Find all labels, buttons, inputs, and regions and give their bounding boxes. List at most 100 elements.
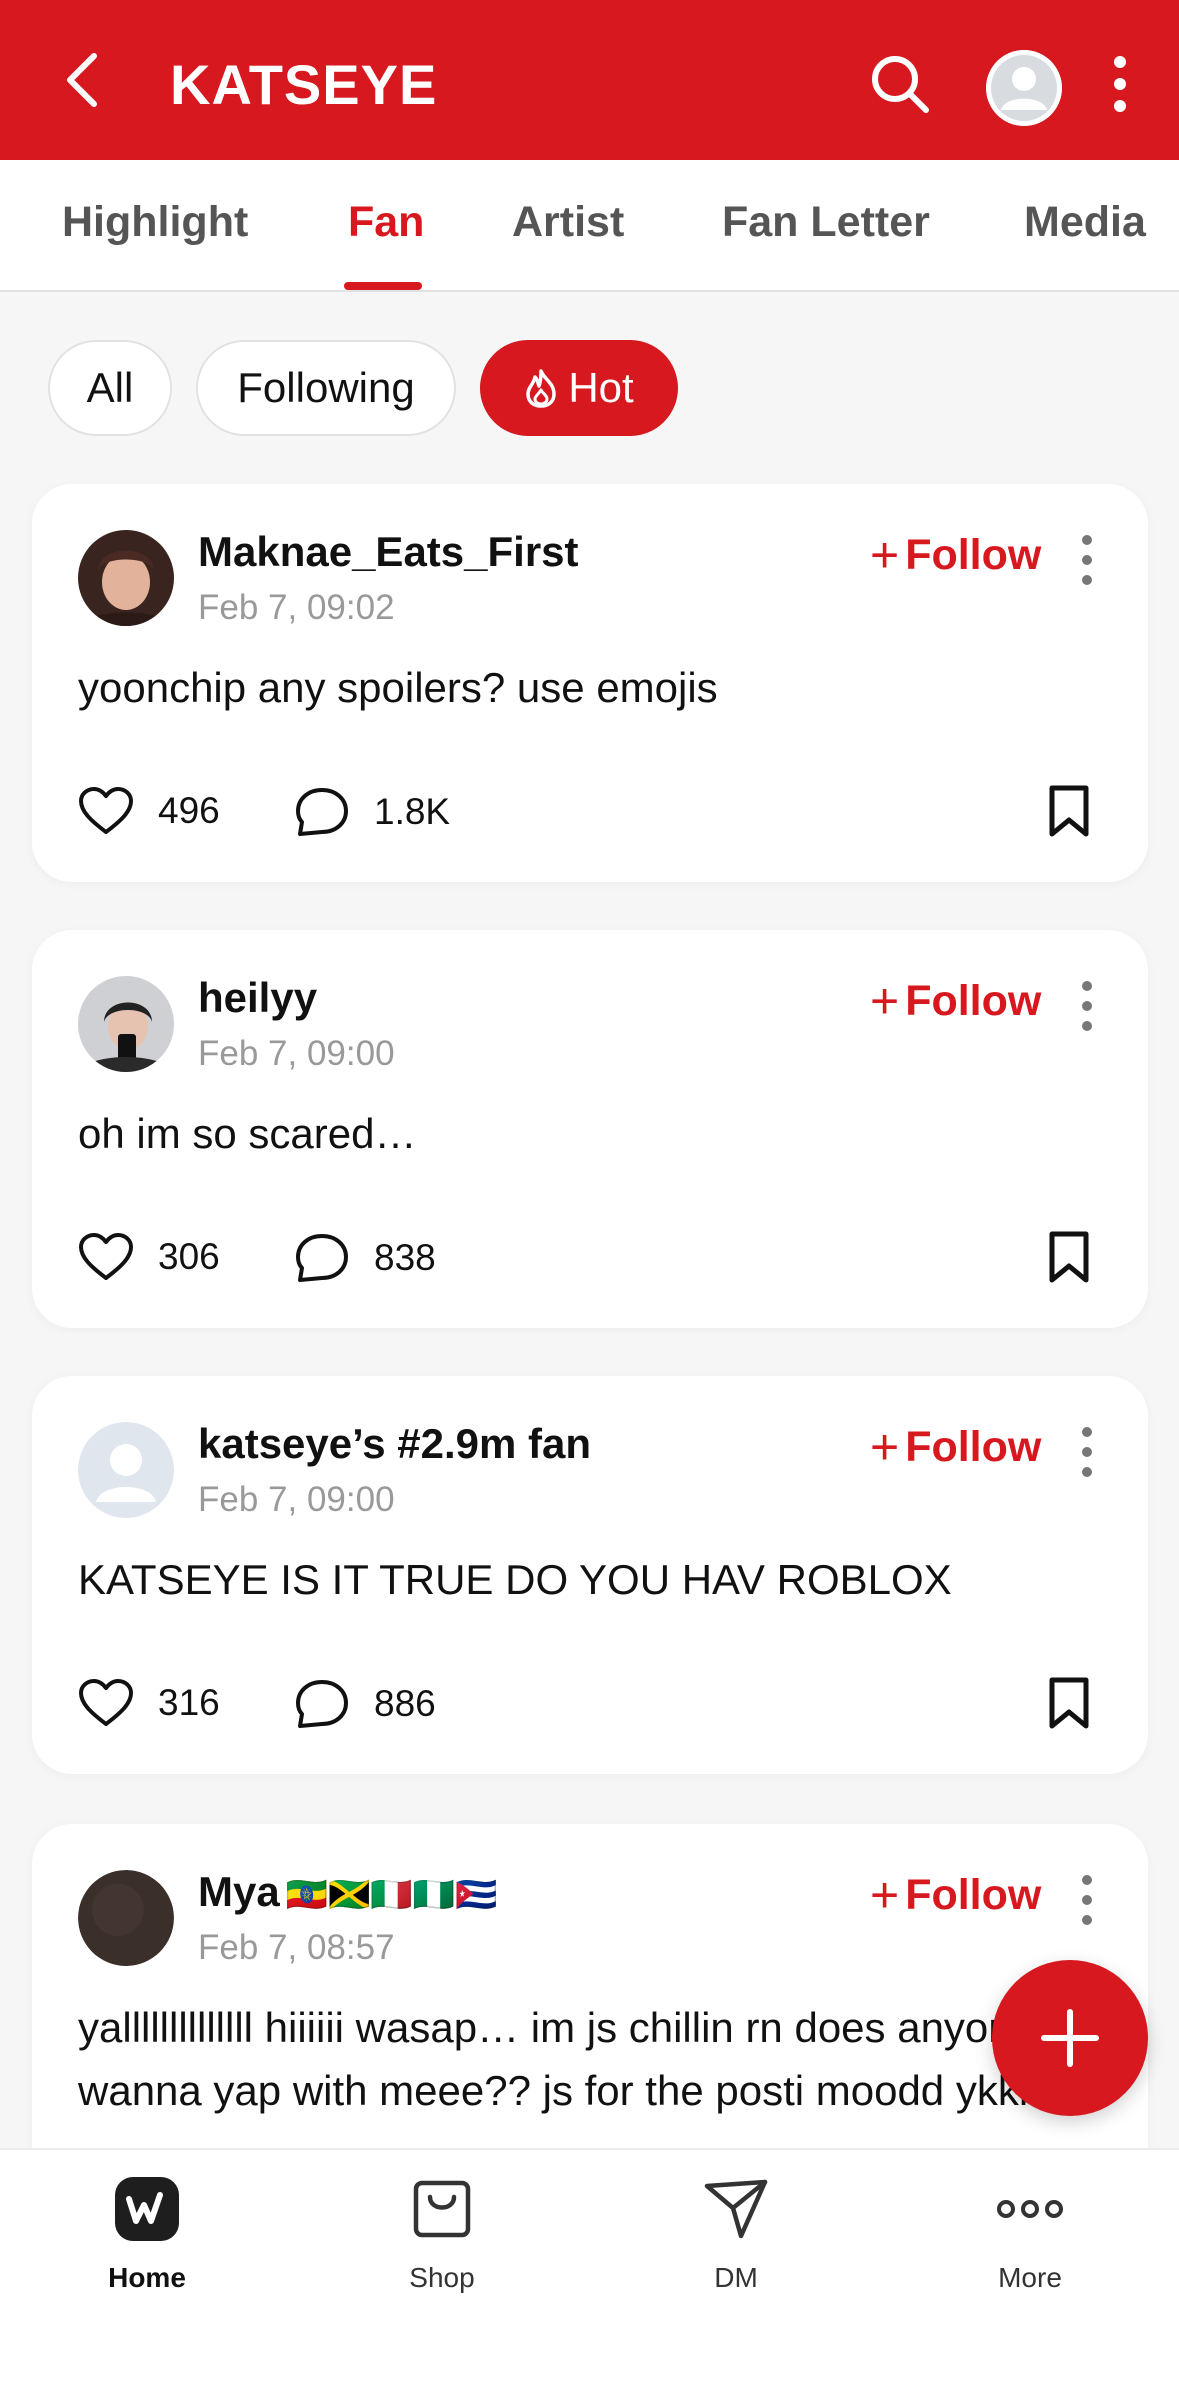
heart-icon <box>79 787 133 834</box>
plus-icon: + <box>870 1867 900 1923</box>
paper-plane-icon <box>701 2174 771 2244</box>
post-date: Feb 7, 08:57 <box>198 1928 395 1967</box>
heart-icon <box>79 1233 133 1280</box>
avatar[interactable] <box>78 1422 174 1518</box>
flame-icon <box>524 368 558 408</box>
tab-media[interactable]: Media <box>1024 198 1146 247</box>
follow-label: Follow <box>905 1422 1042 1471</box>
create-post-button[interactable] <box>992 1960 1148 2116</box>
comment-icon <box>296 788 348 836</box>
tab-highlight[interactable]: Highlight <box>62 198 248 247</box>
author-flags: 🇪🇹🇯🇲🇮🇹🇳🇬🇨🇺 <box>285 1876 498 1914</box>
post-text[interactable]: yallllllllllllll hiiiiii wasap… im js ch… <box>78 1996 1098 2122</box>
nav-home-label: Home <box>108 2262 186 2293</box>
follow-button[interactable]: + Follow <box>870 530 1041 580</box>
nav-more[interactable]: More <box>930 2174 1130 2294</box>
filter-all-chip[interactable]: All <box>48 340 172 436</box>
bottom-navigation: Home Shop DM More <box>0 2148 1179 2396</box>
more-vertical-icon <box>1082 981 1092 1031</box>
comment-icon <box>296 1680 348 1728</box>
tab-fan[interactable]: Fan <box>348 198 424 247</box>
comment-button[interactable]: 1.8K <box>294 786 450 838</box>
filter-following-label: Following <box>237 364 415 411</box>
post-text[interactable]: oh im so scared… <box>78 1102 1098 1165</box>
post-options-button[interactable] <box>1072 1872 1102 1928</box>
nav-dm[interactable]: DM <box>636 2174 836 2294</box>
post-options-button[interactable] <box>1072 1424 1102 1480</box>
like-count: 316 <box>158 1682 220 1723</box>
like-count: 496 <box>158 790 220 831</box>
post-author[interactable]: heilyy <box>198 974 317 1022</box>
tab-fan-letter[interactable]: Fan Letter <box>722 198 930 247</box>
post-date: Feb 7, 09:02 <box>198 588 395 627</box>
nav-more-label: More <box>998 2262 1062 2293</box>
profile-avatar-icon <box>986 50 1062 126</box>
filter-following-chip[interactable]: Following <box>196 340 456 436</box>
comment-button[interactable]: 886 <box>294 1678 436 1730</box>
app-header: KATSEYE <box>0 0 1179 160</box>
follow-label: Follow <box>905 530 1042 579</box>
nav-shop-label: Shop <box>409 2262 475 2293</box>
more-vertical-icon <box>1082 535 1092 585</box>
bookmark-button[interactable] <box>1046 784 1092 843</box>
community-tabs: Highlight Fan Artist Fan Letter Media <box>0 160 1179 292</box>
post-date: Feb 7, 09:00 <box>198 1480 395 1519</box>
follow-label: Follow <box>905 1870 1042 1919</box>
more-options-button[interactable] <box>1100 52 1140 116</box>
plus-icon: + <box>870 1419 900 1475</box>
avatar[interactable] <box>78 530 174 626</box>
bookmark-button[interactable] <box>1046 1676 1092 1735</box>
tab-artist[interactable]: Artist <box>512 198 624 247</box>
search-button[interactable] <box>868 52 932 116</box>
post-options-button[interactable] <box>1072 978 1102 1034</box>
page-title: KATSEYE <box>170 53 438 116</box>
plus-icon: + <box>870 527 900 583</box>
post-author-name: Mya <box>198 1868 280 1915</box>
more-vertical-icon <box>1082 1427 1092 1477</box>
like-button[interactable]: 306 <box>78 1232 220 1282</box>
shopping-bag-icon <box>407 2174 477 2244</box>
post-card[interactable]: Maknae_Eats_First Feb 7, 09:02 + Follow … <box>32 484 1148 882</box>
avatar[interactable] <box>78 1870 174 1966</box>
more-horizontal-icon <box>995 2174 1065 2244</box>
comment-icon <box>296 1234 348 1282</box>
post-text[interactable]: yoonchip any spoilers? use emojis <box>78 656 1098 719</box>
back-button[interactable] <box>52 50 112 110</box>
bookmark-button[interactable] <box>1046 1230 1092 1289</box>
comment-button[interactable]: 838 <box>294 1232 436 1284</box>
nav-dm-label: DM <box>714 2262 758 2293</box>
nav-home[interactable]: Home <box>47 2174 247 2294</box>
comment-count: 886 <box>374 1683 436 1724</box>
post-author[interactable]: katseye’s #2.9m fan <box>198 1420 591 1468</box>
like-count: 306 <box>158 1236 220 1277</box>
post-author[interactable]: Maknae_Eats_First <box>198 528 579 576</box>
plus-icon: + <box>870 973 900 1029</box>
more-vertical-icon <box>1082 1875 1092 1925</box>
more-vertical-icon <box>1114 56 1126 112</box>
back-icon <box>67 53 97 107</box>
search-icon <box>872 56 929 113</box>
filter-all-label: All <box>86 364 134 411</box>
nav-shop[interactable]: Shop <box>342 2174 542 2294</box>
post-text[interactable]: KATSEYE IS IT TRUE DO YOU HAV ROBLOX <box>78 1548 1098 1611</box>
filter-hot-chip[interactable]: Hot <box>480 340 678 436</box>
follow-button[interactable]: + Follow <box>870 1870 1041 1920</box>
bookmark-icon <box>1049 785 1089 837</box>
follow-button[interactable]: + Follow <box>870 1422 1041 1472</box>
comment-count: 838 <box>374 1237 436 1278</box>
follow-label: Follow <box>905 976 1042 1025</box>
post-options-button[interactable] <box>1072 532 1102 588</box>
post-card[interactable]: katseye’s #2.9m fan Feb 7, 09:00 + Follo… <box>32 1376 1148 1774</box>
comment-count: 1.8K <box>374 791 451 832</box>
post-author[interactable]: Mya 🇪🇹🇯🇲🇮🇹🇳🇬🇨🇺 <box>198 1868 497 1916</box>
bookmark-icon <box>1049 1677 1089 1729</box>
post-card[interactable]: heilyy Feb 7, 09:00 + Follow oh im so sc… <box>32 930 1148 1328</box>
follow-button[interactable]: + Follow <box>870 976 1041 1026</box>
like-button[interactable]: 316 <box>78 1678 220 1728</box>
like-button[interactable]: 496 <box>78 786 220 836</box>
avatar[interactable] <box>78 976 174 1072</box>
weverse-home-icon <box>112 2174 182 2244</box>
heart-icon <box>79 1679 133 1726</box>
profile-avatar-button[interactable] <box>986 50 1062 126</box>
post-date: Feb 7, 09:00 <box>198 1034 395 1073</box>
